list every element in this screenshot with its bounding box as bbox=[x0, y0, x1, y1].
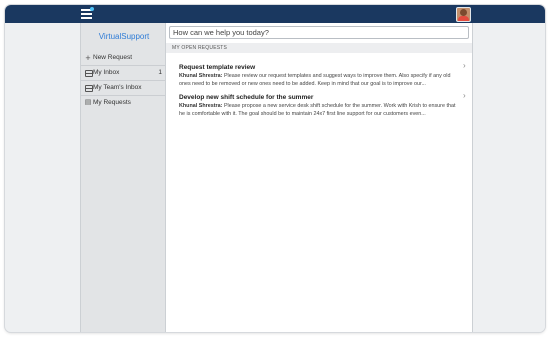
sidebar-item-my-teams-inbox[interactable]: My Team's Inbox bbox=[81, 81, 165, 95]
search-input[interactable] bbox=[169, 26, 469, 39]
plus-icon: + bbox=[85, 53, 91, 63]
chevron-right-icon[interactable]: › bbox=[463, 61, 466, 70]
request-author: Khunal Shrestra: bbox=[179, 103, 223, 109]
inbox-count-badge: 1 bbox=[158, 69, 162, 76]
notification-dot bbox=[90, 7, 94, 11]
sidebar-item-my-requests[interactable]: ▤ My Requests bbox=[81, 96, 165, 110]
hamburger-menu-icon[interactable] bbox=[80, 7, 94, 20]
request-item[interactable]: Request template review Khunal Shrestra:… bbox=[179, 63, 461, 88]
sidebar-item-my-inbox[interactable]: My Inbox 1 bbox=[81, 66, 165, 80]
brand-title: VirtualSupport bbox=[98, 32, 150, 41]
sidebar-item-label: New Request bbox=[93, 54, 133, 61]
request-item[interactable]: Develop new shift schedule for the summe… bbox=[179, 93, 461, 118]
sidebar: VirtualSupport + New Request My Inbox 1 … bbox=[80, 23, 166, 332]
section-title: MY OPEN REQUESTS bbox=[166, 43, 472, 53]
sidebar-item-label: My Requests bbox=[93, 99, 131, 106]
user-avatar[interactable] bbox=[456, 7, 471, 22]
sidebar-item-new-request[interactable]: + New Request bbox=[81, 51, 165, 65]
request-title: Request template review bbox=[179, 64, 256, 71]
inbox-icon bbox=[85, 85, 93, 92]
right-margin bbox=[473, 23, 545, 332]
request-title: Develop new shift schedule for the summe… bbox=[179, 94, 314, 101]
request-author: Khunal Shrestra: bbox=[179, 73, 223, 79]
main-content: MY OPEN REQUESTS Request template review… bbox=[166, 23, 473, 332]
sidebar-item-label: My Inbox bbox=[93, 69, 120, 76]
request-preview: Khunal Shrestra: Please review our reque… bbox=[179, 72, 461, 88]
request-preview: Khunal Shrestra: Please propose a new se… bbox=[179, 102, 461, 118]
top-bar bbox=[5, 5, 545, 23]
chevron-right-icon[interactable]: › bbox=[463, 91, 466, 100]
app-window: VirtualSupport + New Request My Inbox 1 … bbox=[5, 5, 545, 332]
inbox-icon bbox=[85, 70, 93, 77]
sidebar-item-label: My Team's Inbox bbox=[93, 84, 142, 91]
list-icon: ▤ bbox=[84, 99, 92, 106]
